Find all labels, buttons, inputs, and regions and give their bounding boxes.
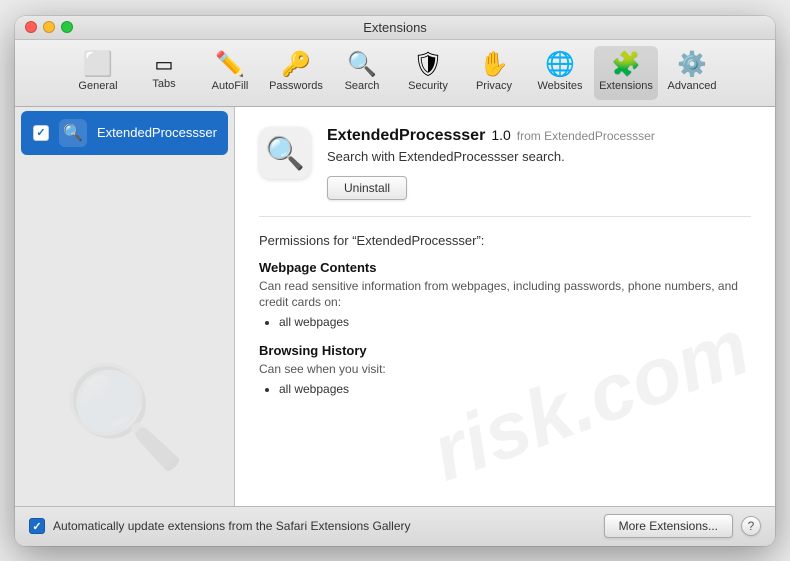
checkbox-tick: ✓	[36, 126, 45, 139]
toolbar-search[interactable]: 🔍 Search	[330, 46, 394, 100]
main-window: Extensions ⬜ General ▭ Tabs ✏️ AutoFill …	[15, 16, 775, 546]
sidebar: ✓ 🔍 ExtendedProcessser 🔍	[15, 107, 235, 506]
permission-list-history: all webpages	[279, 382, 751, 396]
extension-checkbox[interactable]: ✓	[33, 125, 49, 141]
bottom-buttons: More Extensions... ?	[604, 514, 761, 538]
toolbar: ⬜ General ▭ Tabs ✏️ AutoFill 🔑 Passwords…	[15, 40, 775, 107]
ext-description: Search with ExtendedProcessser search.	[327, 149, 751, 164]
websites-icon: 🌐	[545, 53, 575, 77]
extension-name: ExtendedProcessser	[97, 125, 217, 140]
permissions-section: Permissions for “ExtendedProcessser”: We…	[259, 233, 751, 396]
bottom-bar: ✓ Automatically update extensions from t…	[15, 506, 775, 546]
sidebar-item-extendedprocesser[interactable]: ✓ 🔍 ExtendedProcessser	[21, 111, 228, 155]
general-icon: ⬜	[83, 53, 113, 77]
toolbar-privacy-label: Privacy	[476, 80, 512, 92]
auto-update-tick: ✓	[32, 520, 41, 533]
ext-version: 1.0	[491, 127, 510, 143]
maximize-button[interactable]	[61, 21, 73, 33]
title-bar: Extensions	[15, 16, 775, 40]
toolbar-passwords[interactable]: 🔑 Passwords	[264, 46, 328, 100]
security-icon: 🛡	[413, 53, 443, 77]
close-button[interactable]	[25, 21, 37, 33]
toolbar-security-label: Security	[408, 80, 448, 92]
ext-from-label: from ExtendedProcessser	[517, 129, 655, 143]
permission-webpage-contents: Webpage Contents Can read sensitive info…	[259, 260, 751, 330]
privacy-icon: ✋	[479, 53, 509, 77]
detail-panel: 🔍 ExtendedProcessser 1.0 from ExtendedPr…	[235, 107, 775, 506]
auto-update-text: Automatically update extensions from the…	[53, 519, 411, 533]
permission-list-item: all webpages	[279, 382, 751, 396]
extension-icon: 🔍	[59, 119, 87, 147]
ext-name: ExtendedProcessser	[327, 127, 485, 145]
help-button[interactable]: ?	[741, 516, 761, 536]
toolbar-general[interactable]: ⬜ General	[66, 46, 130, 100]
toolbar-security[interactable]: 🛡 Security	[396, 46, 460, 100]
sidebar-watermark: 🔍	[62, 359, 187, 476]
more-extensions-button[interactable]: More Extensions...	[604, 514, 733, 538]
toolbar-websites[interactable]: 🌐 Websites	[528, 46, 592, 100]
toolbar-autofill[interactable]: ✏️ AutoFill	[198, 46, 262, 100]
permission-browsing-history: Browsing History Can see when you visit:…	[259, 343, 751, 396]
search-symbol: 🔍	[63, 123, 83, 143]
detail-header-text: ExtendedProcessser 1.0 from ExtendedProc…	[327, 127, 751, 200]
passwords-icon: 🔑	[281, 53, 311, 77]
toolbar-passwords-label: Passwords	[269, 80, 323, 92]
toolbar-advanced-label: Advanced	[668, 80, 717, 92]
extension-icon-large: 🔍	[259, 127, 311, 179]
toolbar-extensions-label: Extensions	[599, 80, 653, 92]
uninstall-button[interactable]: Uninstall	[327, 176, 407, 200]
toolbar-search-label: Search	[345, 80, 380, 92]
auto-update-label[interactable]: ✓ Automatically update extensions from t…	[29, 518, 411, 534]
auto-update-checkbox[interactable]: ✓	[29, 518, 45, 534]
permission-name-history: Browsing History	[259, 343, 751, 358]
permission-list-webpage: all webpages	[279, 315, 751, 329]
toolbar-general-label: General	[78, 80, 117, 92]
toolbar-tabs[interactable]: ▭ Tabs	[132, 46, 196, 100]
ext-name-line: ExtendedProcessser 1.0 from ExtendedProc…	[327, 127, 751, 145]
toolbar-autofill-label: AutoFill	[212, 80, 249, 92]
permission-list-item: all webpages	[279, 315, 751, 329]
toolbar-privacy[interactable]: ✋ Privacy	[462, 46, 526, 100]
toolbar-advanced[interactable]: ⚙️ Advanced	[660, 46, 724, 100]
permission-name-webpage: Webpage Contents	[259, 260, 751, 275]
minimize-button[interactable]	[43, 21, 55, 33]
permissions-title: Permissions for “ExtendedProcessser”:	[259, 233, 751, 248]
permission-desc-history: Can see when you visit:	[259, 361, 751, 378]
tabs-icon: ▭	[155, 55, 174, 75]
toolbar-tabs-label: Tabs	[152, 78, 175, 90]
toolbar-websites-label: Websites	[537, 80, 582, 92]
extensions-icon: 🧩	[611, 53, 641, 77]
toolbar-extensions[interactable]: 🧩 Extensions	[594, 46, 658, 100]
main-content: ✓ 🔍 ExtendedProcessser 🔍 🔍 ExtendedProce…	[15, 107, 775, 506]
permission-desc-webpage: Can read sensitive information from webp…	[259, 278, 751, 312]
window-title: Extensions	[363, 20, 427, 35]
detail-header: 🔍 ExtendedProcessser 1.0 from ExtendedPr…	[259, 127, 751, 217]
autofill-icon: ✏️	[215, 53, 245, 77]
search-icon: 🔍	[347, 53, 377, 77]
traffic-lights	[25, 21, 73, 33]
advanced-icon: ⚙️	[677, 53, 707, 77]
